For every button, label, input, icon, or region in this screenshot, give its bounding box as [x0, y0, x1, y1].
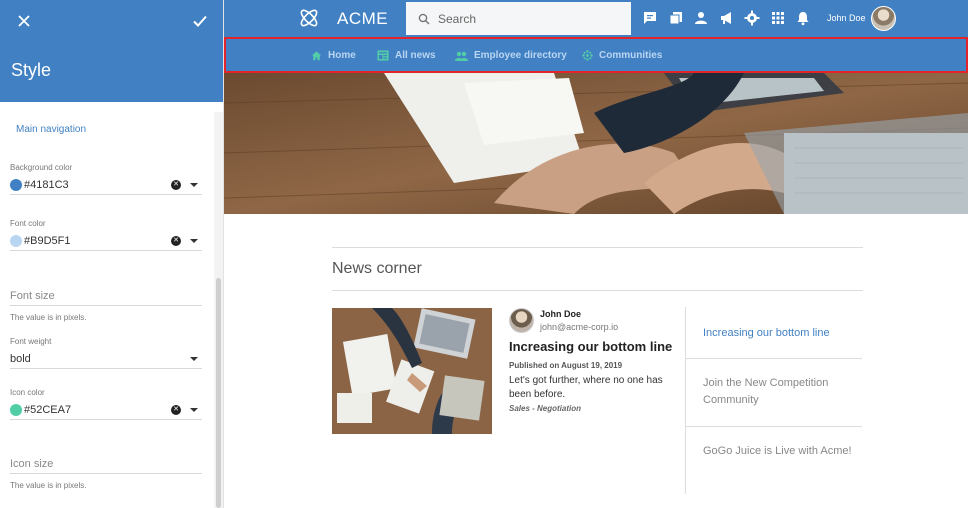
acme-logo-icon[interactable]	[298, 7, 320, 29]
background-color-swatch[interactable]	[10, 178, 22, 191]
notification-bell-icon[interactable]	[795, 10, 811, 26]
article-tags[interactable]: Sales - Negotiation	[509, 404, 581, 413]
font-size-field: Font size The value is in pixels.	[10, 286, 202, 322]
font-color-field: Font color #B9D5F1 ✕	[10, 219, 202, 251]
news-list-item[interactable]: Increasing our bottom line	[703, 325, 853, 342]
top-icons	[642, 10, 821, 26]
search-placeholder[interactable]: Search	[438, 12, 476, 26]
article-image[interactable]	[332, 308, 492, 434]
icon-size-field: Icon size The value is in pixels.	[10, 454, 202, 490]
panel-title: Style	[11, 60, 52, 80]
chat-icon[interactable]	[642, 10, 658, 26]
font-weight-label: Font weight	[10, 337, 52, 346]
divider	[686, 358, 862, 359]
meeting-photo	[332, 308, 492, 434]
background-color-input[interactable]: #4181C3 ✕	[10, 175, 202, 195]
font-color-label: Font color	[10, 219, 46, 228]
font-size-hint: The value is in pixels.	[10, 313, 87, 322]
icon-size-hint: The value is in pixels.	[10, 481, 87, 490]
icon-color-value[interactable]: #52CEA7	[24, 404, 171, 416]
news-list-item[interactable]: Join the New Competition Community	[703, 375, 853, 409]
check-icon[interactable]	[192, 13, 208, 29]
font-weight-field: Font weight bold	[10, 337, 202, 369]
author-name[interactable]: John Doe	[540, 309, 581, 319]
news-list-item[interactable]: GoGo Juice is Live with Acme!	[703, 443, 853, 460]
article-headline[interactable]: Increasing our bottom line	[509, 339, 672, 354]
home-icon	[311, 51, 322, 61]
clear-icon[interactable]: ✕	[171, 179, 181, 190]
font-weight-select[interactable]: bold	[10, 349, 202, 369]
style-panel: Style Main navigation Background color #…	[0, 0, 224, 508]
background-color-label: Background color	[10, 163, 73, 172]
communities-icon	[582, 50, 593, 61]
background-color-field: Background color #4181C3 ✕	[10, 163, 202, 195]
article-date: Published on August 19, 2019	[509, 361, 623, 370]
nav-item-label: Communities	[599, 50, 663, 61]
icon-size-input[interactable]: Icon size	[10, 454, 202, 474]
apps-grid-icon[interactable]	[770, 10, 786, 26]
settings-icon[interactable]	[744, 10, 760, 26]
user-name[interactable]: John Doe	[827, 13, 866, 23]
nav-item-label: All news	[395, 50, 436, 61]
news-icon	[377, 50, 389, 61]
brand-name[interactable]: ACME	[337, 9, 388, 29]
font-color-value[interactable]: #B9D5F1	[24, 235, 171, 247]
handshake-photo	[224, 73, 968, 214]
font-size-input[interactable]: Font size	[10, 286, 202, 306]
background-color-value[interactable]: #4181C3	[24, 179, 171, 191]
font-color-swatch[interactable]	[10, 234, 22, 247]
author-email[interactable]: john@acme-corp.io	[540, 322, 618, 332]
pages-icon[interactable]	[668, 10, 684, 26]
news-corner-title: News corner	[332, 260, 422, 277]
avatar[interactable]	[509, 308, 534, 333]
panel-body: Main navigation Background color #4181C3…	[0, 102, 214, 508]
clear-icon[interactable]: ✕	[171, 235, 181, 246]
nav-item-label: Employee directory	[474, 50, 567, 61]
chevron-down-icon[interactable]	[190, 182, 198, 187]
panel-scrollbar-thumb[interactable]	[216, 278, 221, 508]
font-weight-value[interactable]: bold	[10, 353, 190, 365]
megaphone-icon[interactable]	[719, 10, 735, 26]
search-icon	[418, 13, 430, 24]
article-summary: Let's got further, where no one has been…	[509, 375, 663, 400]
icon-color-label: Icon color	[10, 388, 45, 397]
avatar[interactable]	[871, 6, 896, 31]
close-icon[interactable]	[16, 13, 32, 29]
chevron-down-icon[interactable]	[190, 407, 198, 412]
font-color-input[interactable]: #B9D5F1 ✕	[10, 231, 202, 251]
section-main-navigation[interactable]: Main navigation	[16, 124, 86, 135]
nav-item-home[interactable]: Home	[311, 50, 356, 61]
person-icon[interactable]	[693, 10, 709, 26]
chevron-down-icon[interactable]	[190, 238, 198, 243]
icon-color-input[interactable]: #52CEA7 ✕	[10, 400, 202, 420]
divider	[332, 247, 863, 248]
icon-color-field: Icon color #52CEA7 ✕	[10, 388, 202, 420]
search-input[interactable]: Search	[406, 2, 631, 35]
divider	[685, 307, 686, 494]
people-icon	[455, 51, 468, 61]
app-bar: ACME Search John Doe	[224, 0, 968, 37]
chevron-down-icon[interactable]	[190, 356, 198, 361]
hero-banner-image	[224, 73, 968, 214]
clear-icon[interactable]: ✕	[171, 404, 181, 415]
nav-item-all-news[interactable]: All news	[377, 50, 436, 61]
panel-header: Style	[0, 0, 223, 102]
main-navigation: Home All news Employee directory Communi…	[224, 37, 968, 73]
icon-color-swatch[interactable]	[10, 403, 22, 416]
nav-item-label: Home	[328, 50, 356, 61]
nav-item-communities[interactable]: Communities	[582, 50, 662, 61]
nav-item-employee-directory[interactable]: Employee directory	[455, 50, 567, 61]
divider	[332, 290, 863, 291]
divider	[686, 426, 862, 427]
